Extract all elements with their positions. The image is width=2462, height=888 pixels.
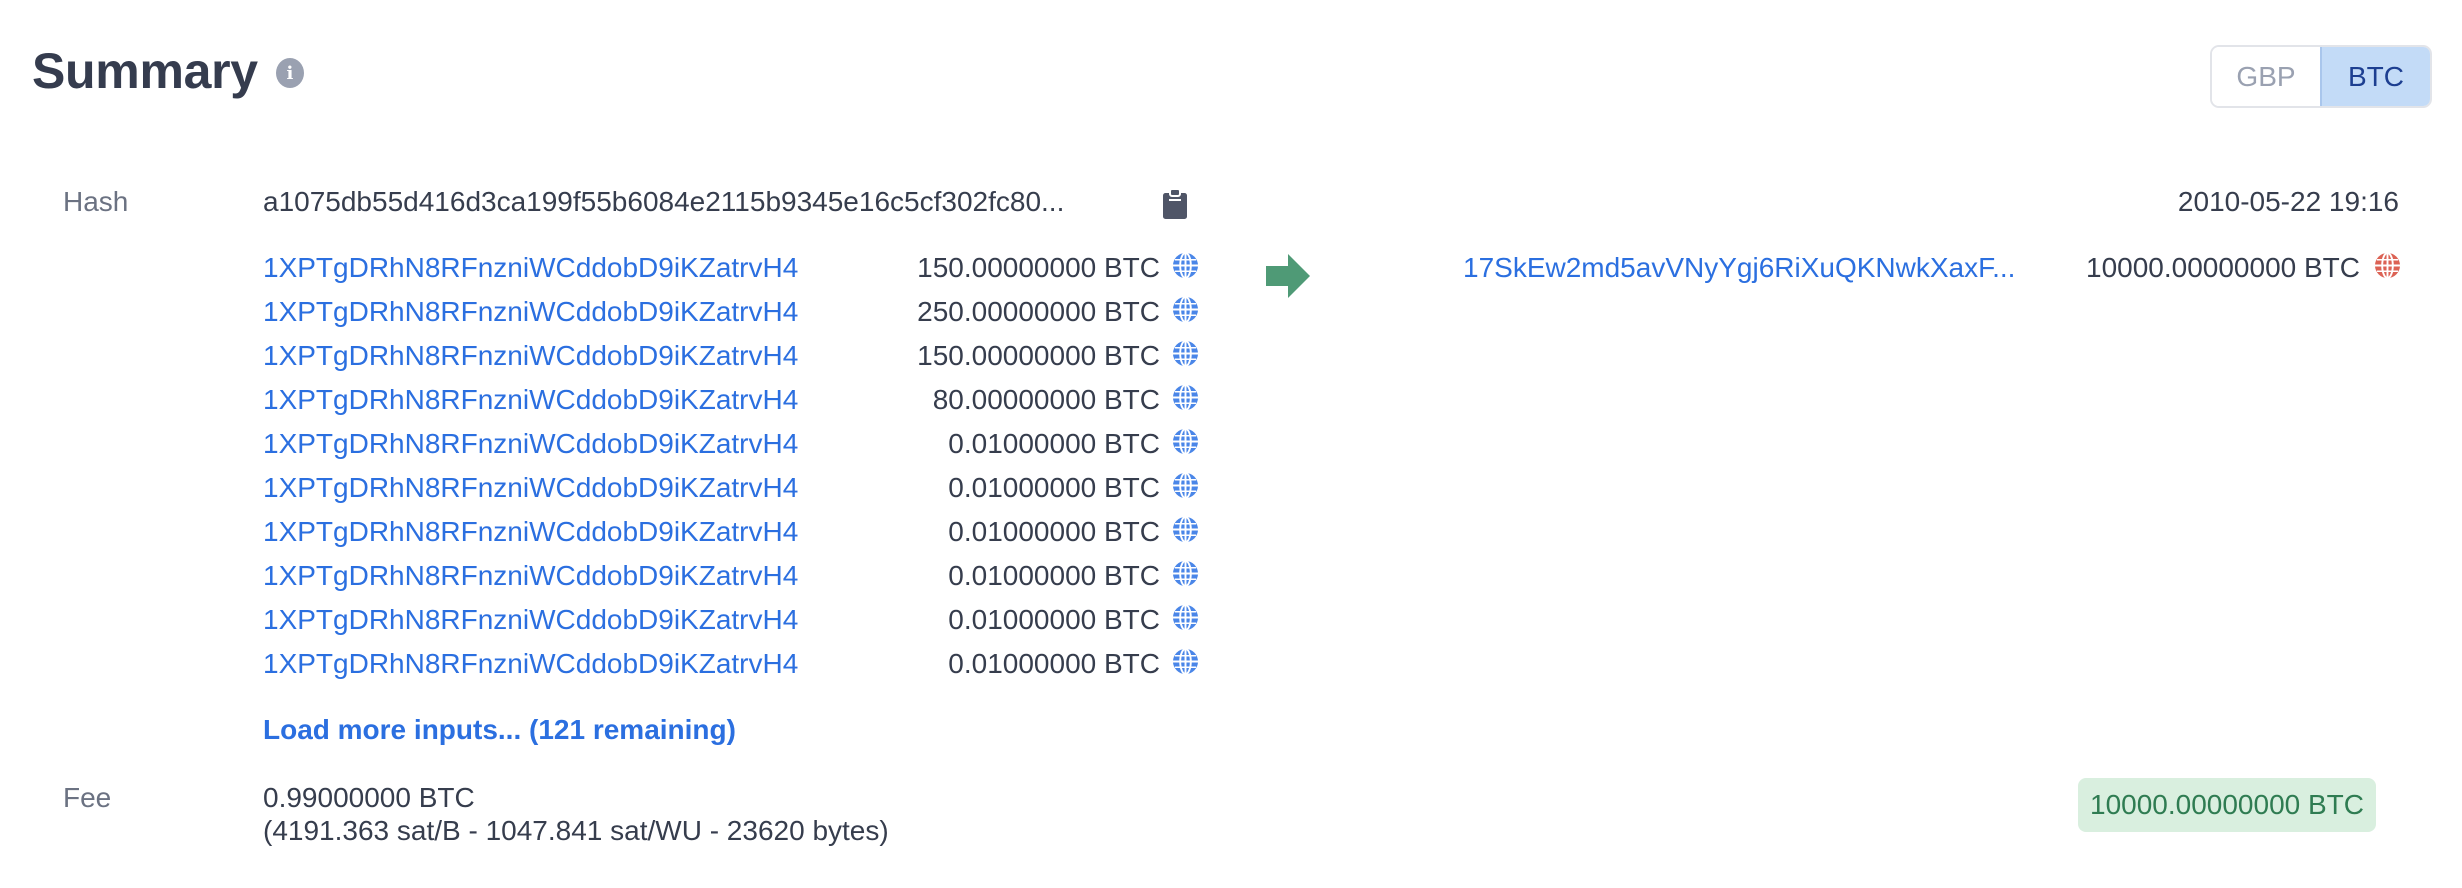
output-address-link[interactable]: 17SkEw2md5avVNyYgj6RiXuQKNwkXaxF...	[1463, 252, 2015, 284]
input-address-link[interactable]: 1XPTgDRhN8RFnzniWCddobD9iKZatrvH4	[263, 252, 798, 284]
input-amount: 0.01000000 BTC	[948, 516, 1160, 547]
input-amount: 0.01000000 BTC	[948, 560, 1160, 591]
input-address-link[interactable]: 1XPTgDRhN8RFnzniWCddobD9iKZatrvH4	[263, 648, 798, 680]
globe-icon[interactable]	[1172, 648, 1199, 675]
input-address-link[interactable]: 1XPTgDRhN8RFnzniWCddobD9iKZatrvH4	[263, 560, 798, 592]
hash-label: Hash	[63, 186, 129, 217]
globe-icon[interactable]	[1172, 604, 1199, 631]
globe-icon[interactable]	[1172, 560, 1199, 587]
input-amount: 250.00000000 BTC	[917, 296, 1160, 327]
clipboard-icon[interactable]	[1162, 188, 1188, 220]
input-amount: 0.01000000 BTC	[948, 428, 1160, 459]
currency-toggle: GBP BTC	[2210, 45, 2432, 108]
input-address-link[interactable]: 1XPTgDRhN8RFnzniWCddobD9iKZatrvH4	[263, 428, 798, 460]
transaction-timestamp: 2010-05-22 19:16	[2177, 186, 2399, 217]
info-circle-icon[interactable]: i	[275, 58, 304, 88]
input-amount: 0.01000000 BTC	[948, 604, 1160, 635]
page-title-text: Summary	[32, 43, 258, 99]
currency-option-btc[interactable]: BTC	[2320, 47, 2430, 106]
input-amount: 0.01000000 BTC	[948, 472, 1160, 503]
fee-label: Fee	[63, 782, 112, 813]
globe-icon[interactable]	[1172, 472, 1199, 499]
input-address-link[interactable]: 1XPTgDRhN8RFnzniWCddobD9iKZatrvH4	[263, 472, 798, 504]
arrow-right-icon	[1266, 254, 1310, 298]
transaction-hash[interactable]: a1075db55d416d3ca199f55b6084e2115b9345e1…	[263, 186, 1064, 218]
globe-icon[interactable]	[1172, 340, 1199, 367]
input-amount: 150.00000000 BTC	[917, 340, 1160, 371]
globe-icon[interactable]	[2374, 252, 2401, 279]
input-amount: 150.00000000 BTC	[917, 252, 1160, 283]
globe-icon[interactable]	[1172, 384, 1199, 411]
load-more-inputs-link[interactable]: Load more inputs... (121 remaining)	[263, 714, 736, 746]
input-amount: 0.01000000 BTC	[948, 648, 1160, 679]
page-title: Summary i	[32, 42, 304, 100]
globe-icon[interactable]	[1172, 516, 1199, 543]
total-output-badge: 10000.00000000 BTC	[2078, 778, 2376, 832]
input-address-link[interactable]: 1XPTgDRhN8RFnzniWCddobD9iKZatrvH4	[263, 296, 798, 328]
input-amount: 80.00000000 BTC	[932, 384, 1160, 415]
globe-icon[interactable]	[1172, 428, 1199, 455]
input-address-link[interactable]: 1XPTgDRhN8RFnzniWCddobD9iKZatrvH4	[263, 384, 798, 416]
globe-icon[interactable]	[1172, 296, 1199, 323]
input-address-link[interactable]: 1XPTgDRhN8RFnzniWCddobD9iKZatrvH4	[263, 516, 798, 548]
output-amount: 10000.00000000 BTC	[2086, 252, 2360, 283]
input-address-link[interactable]: 1XPTgDRhN8RFnzniWCddobD9iKZatrvH4	[263, 340, 798, 372]
fee-details: (4191.363 sat/B - 1047.841 sat/WU - 2362…	[263, 815, 889, 846]
currency-option-gbp[interactable]: GBP	[2212, 47, 2320, 106]
globe-icon[interactable]	[1172, 252, 1199, 279]
fee-amount: 0.99000000 BTC	[263, 782, 475, 813]
input-address-link[interactable]: 1XPTgDRhN8RFnzniWCddobD9iKZatrvH4	[263, 604, 798, 636]
